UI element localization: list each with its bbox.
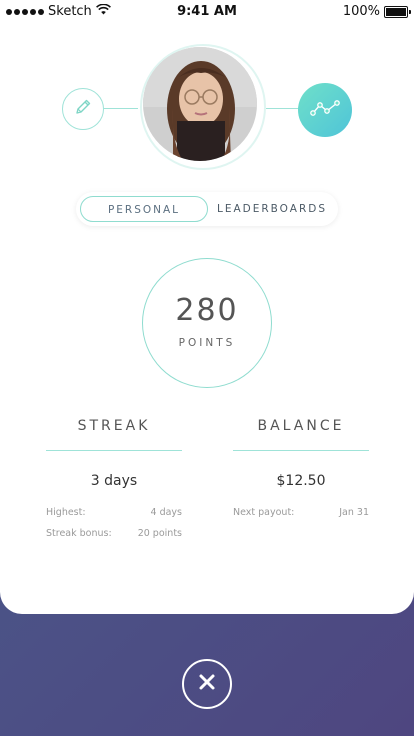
close-icon — [198, 673, 216, 695]
points-circle: 280 POINTS — [142, 258, 272, 388]
pencil-icon — [73, 97, 93, 121]
balance-divider — [233, 450, 369, 451]
detail-value: Jan 31 — [339, 507, 369, 518]
battery-icon — [384, 5, 411, 18]
streak-column: STREAK 3 days Highest: 4 days Streak bon… — [46, 418, 182, 539]
avatar[interactable] — [143, 47, 257, 161]
points-value: 280 — [175, 293, 239, 328]
status-bar: Sketch 9:41 AM 100% — [0, 0, 414, 22]
points-label: POINTS — [178, 337, 236, 349]
balance-title: BALANCE — [257, 418, 345, 434]
battery-label: 100% — [342, 4, 380, 19]
battery-group: 100% — [342, 4, 411, 19]
balance-value: $12.50 — [276, 473, 326, 489]
detail-value: 4 days — [150, 507, 183, 518]
line-chart-icon — [310, 100, 340, 120]
close-button[interactable] — [182, 659, 232, 709]
connector-line-left — [104, 108, 138, 109]
detail-label: Streak bonus: — [46, 528, 112, 539]
detail-value: 20 points — [137, 528, 182, 539]
streak-detail-highest: Highest: 4 days — [46, 507, 182, 518]
streak-divider — [46, 450, 182, 451]
tab-leaderboards[interactable]: LEADERBOARDS — [210, 196, 334, 222]
streak-title: STREAK — [77, 418, 151, 434]
balance-detail-payout: Next payout: Jan 31 — [233, 507, 369, 518]
segmented-control: PERSONAL LEADERBOARDS — [76, 192, 338, 226]
edit-profile-button[interactable] — [62, 88, 104, 130]
profile-card: Sketch 9:41 AM 100% PERSONAL LEADERBOARD… — [0, 0, 414, 614]
connector-line-right — [266, 108, 300, 109]
detail-label: Highest: — [46, 507, 86, 518]
stats-button[interactable] — [298, 83, 352, 137]
balance-column: BALANCE $12.50 Next payout: Jan 31 — [233, 418, 369, 518]
tab-personal[interactable]: PERSONAL — [80, 196, 208, 222]
streak-value: 3 days — [90, 473, 138, 489]
streak-detail-bonus: Streak bonus: 20 points — [46, 528, 182, 539]
detail-label: Next payout: — [233, 507, 295, 518]
